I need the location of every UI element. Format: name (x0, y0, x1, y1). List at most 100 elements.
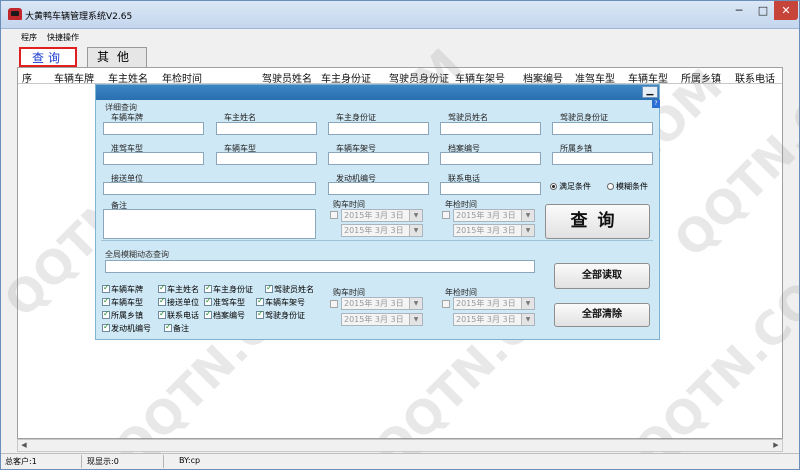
help-icon[interactable]: ? (652, 100, 660, 108)
checkbox-icon (204, 309, 212, 319)
check-driver-name[interactable]: 驾驶员姓名 (265, 283, 314, 295)
check-owner-name[interactable]: 车主姓名 (158, 283, 199, 295)
driver-id-input[interactable] (552, 122, 653, 135)
global-purchase-date-checkbox[interactable] (330, 300, 338, 308)
window-title: 大黄鸭车辆管理系统V2.65 (25, 12, 133, 22)
title-bar: 大黄鸭车辆管理系统V2.65 ─ □ ✕ (1, 1, 799, 29)
global-inspection-date-checkbox[interactable] (442, 300, 450, 308)
column-header[interactable]: 档案编号 (523, 70, 563, 85)
global-query-input[interactable] (105, 260, 535, 273)
section-divider (101, 240, 653, 241)
date-text: 2015年 3月 3日 (456, 226, 516, 235)
global-purchase-date-from[interactable]: 2015年 3月 3日 ▼ (341, 297, 423, 310)
global-inspection-date-from[interactable]: 2015年 3月 3日 ▼ (453, 297, 535, 310)
check-vehicle-type[interactable]: 车辆车型 (102, 296, 143, 308)
check-engine-no[interactable]: 发动机编号 (102, 322, 151, 334)
dialog-title-bar: ▁ (96, 85, 659, 100)
checkbox-icon (256, 296, 264, 306)
scroll-left-icon[interactable]: ◀ (18, 440, 30, 451)
column-header[interactable]: 车主身份证 (321, 70, 371, 85)
dialog-minimize-button[interactable]: ▁ (642, 86, 658, 98)
inspection-date-to[interactable]: 2015年 3月 3日 ▼ (453, 224, 535, 237)
check-label: 车辆车牌 (111, 285, 143, 294)
read-all-button[interactable]: 全部读取 (554, 263, 650, 289)
menu-shortcuts[interactable]: 快捷操作 (47, 32, 79, 43)
owner-id-input[interactable] (328, 122, 429, 135)
check-unit[interactable]: 接送单位 (158, 296, 199, 308)
dropdown-arrow-icon[interactable]: ▼ (409, 314, 422, 325)
dropdown-arrow-icon[interactable]: ▼ (521, 298, 534, 309)
check-license-type[interactable]: 准驾车型 (204, 296, 245, 308)
check-file-no[interactable]: 档案编号 (204, 309, 245, 321)
inspection-date-from[interactable]: 2015年 3月 3日 ▼ (453, 209, 535, 222)
owner-name-input[interactable] (216, 122, 317, 135)
dropdown-arrow-icon[interactable]: ▼ (521, 314, 534, 325)
vehicle-type-input[interactable] (216, 152, 317, 165)
match-all-label: 满足条件 (559, 182, 591, 191)
check-label: 联系电话 (167, 311, 199, 320)
engine-no-input[interactable] (328, 182, 429, 195)
horizontal-scrollbar[interactable]: ◀ ▶ (17, 439, 783, 452)
column-header[interactable]: 准驾车型 (575, 70, 615, 85)
match-all-radio[interactable]: 满足条件 (550, 181, 591, 192)
maximize-button[interactable]: □ (751, 1, 775, 20)
check-label: 车主身份证 (213, 285, 253, 294)
unit-input[interactable] (103, 182, 316, 195)
inspection-date-checkbox[interactable] (442, 211, 450, 219)
column-header[interactable]: 年检时间 (162, 70, 202, 85)
column-header[interactable]: 车辆车架号 (455, 70, 505, 85)
check-owner-id[interactable]: 车主身份证 (204, 283, 253, 295)
check-vin[interactable]: 车辆车架号 (256, 296, 305, 308)
plate-input[interactable] (103, 122, 204, 135)
fuzzy-radio[interactable]: 模糊条件 (607, 181, 648, 192)
column-header[interactable]: 驾驶员身份证 (389, 70, 449, 85)
check-label: 驾驶员姓名 (274, 285, 314, 294)
query-button[interactable]: 查询 (545, 204, 650, 239)
column-header[interactable]: 所属乡镇 (681, 70, 721, 85)
column-header[interactable]: 车主姓名 (108, 70, 148, 85)
tab-query[interactable]: 查询 (19, 47, 77, 67)
township-input[interactable] (552, 152, 653, 165)
phone-input[interactable] (440, 182, 541, 195)
minimize-button[interactable]: ─ (727, 1, 751, 20)
date-text: 2015年 3月 3日 (456, 315, 516, 324)
check-label: 驾驶身份证 (265, 311, 305, 320)
column-header[interactable]: 联系电话 (735, 70, 775, 85)
column-header[interactable]: 驾驶员姓名 (262, 70, 312, 85)
remark-textarea[interactable] (103, 209, 316, 239)
menu-program[interactable]: 程序 (21, 32, 37, 43)
dropdown-arrow-icon[interactable]: ▼ (409, 298, 422, 309)
radio-dot (550, 183, 557, 190)
status-separator (163, 455, 164, 468)
column-header[interactable]: 车辆车型 (628, 70, 668, 85)
global-inspection-date-to[interactable]: 2015年 3月 3日 ▼ (453, 313, 535, 326)
scroll-right-icon[interactable]: ▶ (770, 440, 782, 451)
global-purchase-date-to[interactable]: 2015年 3月 3日 ▼ (341, 313, 423, 326)
check-phone[interactable]: 联系电话 (158, 309, 199, 321)
dropdown-arrow-icon[interactable]: ▼ (521, 225, 534, 236)
column-header[interactable]: 序 (22, 70, 32, 85)
global-query-title: 全局模糊动态查询 (105, 250, 169, 259)
purchase-date-to[interactable]: 2015年 3月 3日 ▼ (341, 224, 423, 237)
dropdown-arrow-icon[interactable]: ▼ (409, 210, 422, 221)
check-remark[interactable]: 备注 (164, 322, 189, 334)
date-text: 2015年 3月 3日 (344, 211, 404, 220)
dropdown-arrow-icon[interactable]: ▼ (521, 210, 534, 221)
purchase-date-checkbox[interactable] (330, 211, 338, 219)
dropdown-arrow-icon[interactable]: ▼ (409, 225, 422, 236)
purchase-date-from[interactable]: 2015年 3月 3日 ▼ (341, 209, 423, 222)
license-type-input[interactable] (103, 152, 204, 165)
check-township[interactable]: 所属乡镇 (102, 309, 143, 321)
column-header[interactable]: 车辆车牌 (54, 70, 94, 85)
tab-other[interactable]: 其他 (87, 47, 147, 67)
status-by: BY:cp (179, 456, 201, 465)
file-no-input[interactable] (440, 152, 541, 165)
check-plate[interactable]: 车辆车牌 (102, 283, 143, 295)
driver-name-input[interactable] (440, 122, 541, 135)
close-button[interactable]: ✕ (774, 1, 798, 20)
vin-input[interactable] (328, 152, 429, 165)
status-bar: 总客户:1 现显示:0 BY:cp (1, 453, 799, 469)
checkbox-icon (204, 283, 212, 293)
clear-all-button[interactable]: 全部清除 (554, 303, 650, 327)
check-driver-id[interactable]: 驾驶身份证 (256, 309, 305, 321)
